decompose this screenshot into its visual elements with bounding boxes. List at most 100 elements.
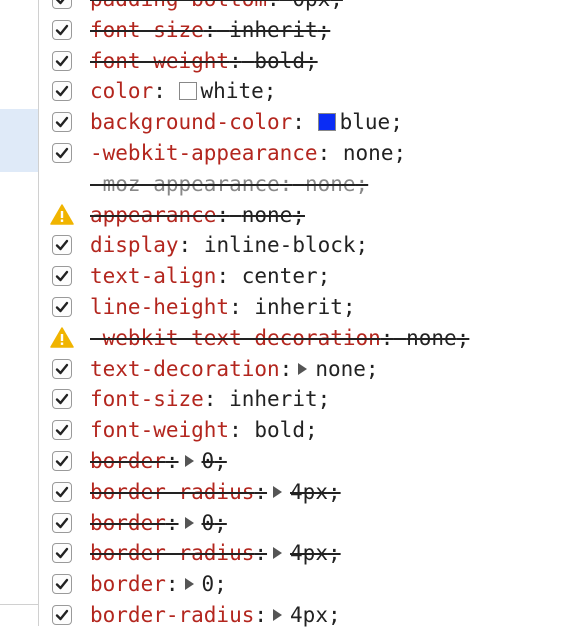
enable-checkbox[interactable] <box>50 295 74 319</box>
property-name[interactable]: -webkit-appearance <box>90 141 318 165</box>
enable-checkbox[interactable] <box>50 141 74 165</box>
property-name[interactable]: line-height <box>90 295 229 319</box>
property-name[interactable]: font-weight <box>90 49 229 73</box>
property-value[interactable]: inherit <box>254 295 343 319</box>
declaration-text: -webkit-text-decoration: none; <box>90 323 469 353</box>
property-value[interactable]: white <box>201 79 264 103</box>
declaration-text: font-size: inherit; <box>90 384 330 414</box>
property-value[interactable]: 4px <box>290 541 328 565</box>
property-value[interactable]: bold <box>254 418 305 442</box>
property-name[interactable]: border-radius <box>90 480 254 504</box>
expand-triangle-icon[interactable] <box>184 578 194 591</box>
property-name[interactable]: padding-bottom <box>90 0 267 11</box>
expand-triangle-icon[interactable] <box>184 516 194 529</box>
enable-checkbox[interactable] <box>50 541 74 565</box>
enable-checkbox[interactable] <box>50 79 74 103</box>
property-name[interactable]: color <box>90 79 153 103</box>
property-name[interactable]: border-radius <box>90 603 254 627</box>
colon-separator: : <box>216 264 230 289</box>
property-value[interactable]: 0px <box>292 0 330 11</box>
property-value[interactable]: none <box>305 172 356 196</box>
property-value[interactable]: inherit <box>229 387 318 411</box>
property-value[interactable]: center <box>242 264 318 288</box>
semicolon: ; <box>214 572 227 597</box>
checkmark-icon <box>52 235 72 256</box>
enable-checkbox[interactable] <box>50 18 74 42</box>
expand-triangle-icon[interactable] <box>298 362 308 375</box>
property-name[interactable]: text-decoration <box>90 357 280 381</box>
property-name[interactable]: -webkit-text-decoration <box>90 326 381 350</box>
enable-checkbox[interactable] <box>50 603 74 627</box>
enable-checkbox[interactable] <box>50 233 74 257</box>
property-value[interactable]: 4px <box>290 480 328 504</box>
checkmark-icon <box>52 389 72 410</box>
checkmark-icon <box>52 451 72 471</box>
enable-checkbox[interactable] <box>50 480 74 504</box>
enable-checkbox[interactable] <box>50 110 74 134</box>
property-name[interactable]: text-align <box>90 264 216 288</box>
enable-checkbox[interactable] <box>50 387 74 411</box>
enable-checkbox[interactable] <box>50 0 74 11</box>
semicolon: ; <box>304 48 318 73</box>
expand-triangle-icon[interactable] <box>273 609 283 621</box>
enable-checkbox[interactable] <box>50 511 74 535</box>
property-value[interactable]: none <box>242 203 293 227</box>
property-value[interactable]: inherit <box>229 18 318 42</box>
colon-separator: : <box>229 295 242 319</box>
enable-checkbox[interactable] <box>50 418 74 442</box>
colon-separator: : <box>229 48 242 73</box>
property-value[interactable]: none <box>315 357 366 381</box>
checkmark-icon <box>52 81 72 102</box>
checkmark-icon <box>52 420 72 441</box>
property-name[interactable]: -moz-appearance <box>90 172 280 196</box>
enable-checkbox[interactable] <box>50 572 74 596</box>
property-name[interactable]: border <box>90 511 166 535</box>
warning-icon[interactable] <box>50 326 74 350</box>
property-value[interactable]: none <box>343 141 394 165</box>
property-value[interactable]: 0 <box>202 511 215 535</box>
expand-triangle-icon[interactable] <box>184 455 194 467</box>
property-value[interactable]: inline-block <box>204 233 356 257</box>
property-value[interactable]: none <box>406 326 457 350</box>
checkmark-icon <box>52 50 72 71</box>
colon-separator: : <box>254 541 268 566</box>
enable-checkbox[interactable] <box>50 264 74 288</box>
property-name[interactable]: appearance <box>90 203 216 227</box>
semicolon: ; <box>365 356 379 381</box>
warning-icon[interactable] <box>50 203 74 227</box>
enable-checkbox[interactable] <box>50 49 74 73</box>
expand-triangle-icon[interactable] <box>273 547 283 560</box>
color-swatch[interactable] <box>317 113 336 132</box>
property-value[interactable]: 0 <box>202 449 215 473</box>
declaration-text: line-height: inherit; <box>90 292 356 322</box>
property-name[interactable]: font-weight <box>90 418 229 442</box>
semicolon: ; <box>327 541 341 566</box>
color-swatch[interactable] <box>178 82 197 101</box>
property-name[interactable]: font-size <box>90 387 204 411</box>
property-value[interactable]: 0 <box>202 572 215 596</box>
enable-checkbox[interactable] <box>50 357 74 381</box>
colon-separator: : <box>317 141 331 165</box>
colon-separator: : <box>279 171 293 196</box>
colon-separator: : <box>216 202 230 227</box>
property-name[interactable]: border-radius <box>90 541 254 565</box>
checkmark-icon <box>52 481 72 502</box>
semicolon: ; <box>317 387 331 412</box>
declaration-text: display: inline-block; <box>90 230 368 260</box>
property-value[interactable]: blue <box>340 110 391 134</box>
semicolon: ; <box>355 233 369 258</box>
declaration-text: border: 0; <box>90 569 227 599</box>
property-name[interactable]: display <box>90 233 179 257</box>
semicolon: ; <box>456 325 470 350</box>
property-name[interactable]: border <box>90 449 166 473</box>
colon-separator: : <box>229 418 242 443</box>
expand-triangle-icon[interactable] <box>273 485 283 498</box>
property-name[interactable]: font-size <box>90 18 204 42</box>
property-value[interactable]: bold <box>254 49 305 73</box>
checkmark-icon <box>52 112 72 133</box>
colon-separator: : <box>178 233 192 258</box>
enable-checkbox[interactable] <box>50 449 74 473</box>
property-name[interactable]: background-color <box>90 110 292 134</box>
property-name[interactable]: border <box>90 572 166 596</box>
property-value[interactable]: 4px <box>290 603 328 627</box>
